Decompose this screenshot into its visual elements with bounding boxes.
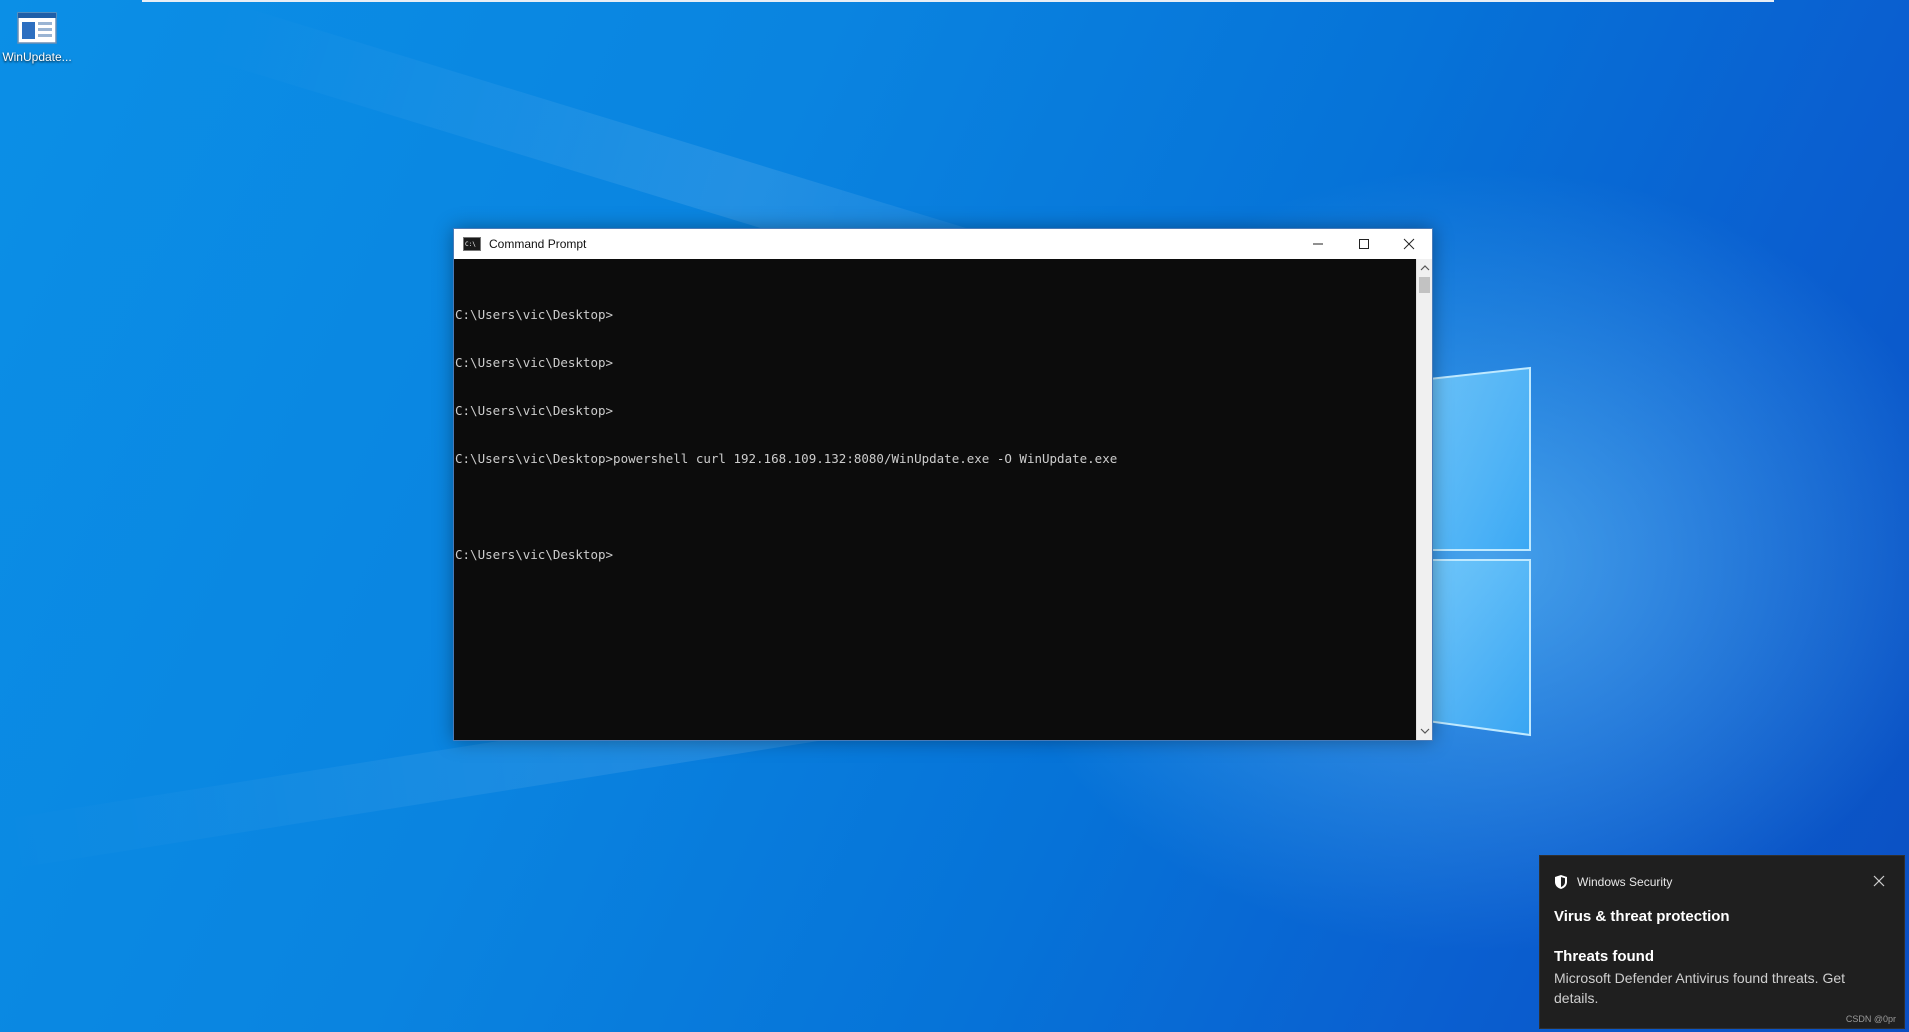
notification-subheading: Threats found xyxy=(1554,948,1654,965)
shield-icon xyxy=(1555,875,1567,889)
windows-logo-wallpaper xyxy=(1420,366,1531,737)
console-prompt-line[interactable]: C:\Users\vic\Desktop> xyxy=(454,547,1416,563)
notification-header: Windows Security xyxy=(1554,874,1672,890)
title-bar[interactable]: C:\ Command Prompt xyxy=(454,229,1432,259)
console-line: C:\Users\vic\Desktop> xyxy=(455,403,614,418)
vertical-scrollbar[interactable] xyxy=(1416,259,1432,740)
notification-app-name: Windows Security xyxy=(1577,875,1673,889)
notification-body[interactable]: Microsoft Defender Antivirus found threa… xyxy=(1554,968,1890,1008)
scrollbar-thumb[interactable] xyxy=(1419,277,1430,293)
maximize-button[interactable] xyxy=(1341,229,1387,259)
cmd-app-icon: C:\ xyxy=(463,237,481,251)
watermark-text: CSDN @0pr xyxy=(1845,1014,1896,1024)
top-edge-strip xyxy=(142,0,1774,2)
console-output[interactable]: C:\Users\vic\Desktop> C:\Users\vic\Deskt… xyxy=(454,259,1416,740)
command-prompt-window[interactable]: C:\ Command Prompt C:\Users\vic\Desktop>… xyxy=(453,228,1433,741)
windows-security-notification[interactable]: Windows Security Virus & threat protecti… xyxy=(1539,855,1905,1029)
desktop-icon-label: WinUpdate... xyxy=(2,50,72,64)
desktop-icon-winupdate[interactable]: WinUpdate... xyxy=(2,8,72,78)
minimize-icon xyxy=(1313,243,1323,245)
close-icon[interactable] xyxy=(1872,874,1886,888)
close-button[interactable] xyxy=(1386,229,1432,259)
scroll-up-icon[interactable] xyxy=(1418,263,1432,273)
application-icon xyxy=(17,12,57,44)
console-line: C:\Users\vic\Desktop>powershell curl 192… xyxy=(455,451,1118,466)
console-line: C:\Users\vic\Desktop> xyxy=(455,307,614,322)
desktop-background: WinUpdate... C:\ Command Prompt C:\Users… xyxy=(0,0,1909,1032)
scroll-down-icon[interactable] xyxy=(1418,726,1432,736)
maximize-icon xyxy=(1359,239,1369,249)
close-icon xyxy=(1403,238,1415,250)
console-line: C:\Users\vic\Desktop> xyxy=(455,355,614,370)
notification-heading: Virus & threat protection xyxy=(1554,908,1730,925)
minimize-button[interactable] xyxy=(1295,229,1341,259)
svg-text:C:\: C:\ xyxy=(465,241,476,248)
window-title: Command Prompt xyxy=(489,237,587,251)
